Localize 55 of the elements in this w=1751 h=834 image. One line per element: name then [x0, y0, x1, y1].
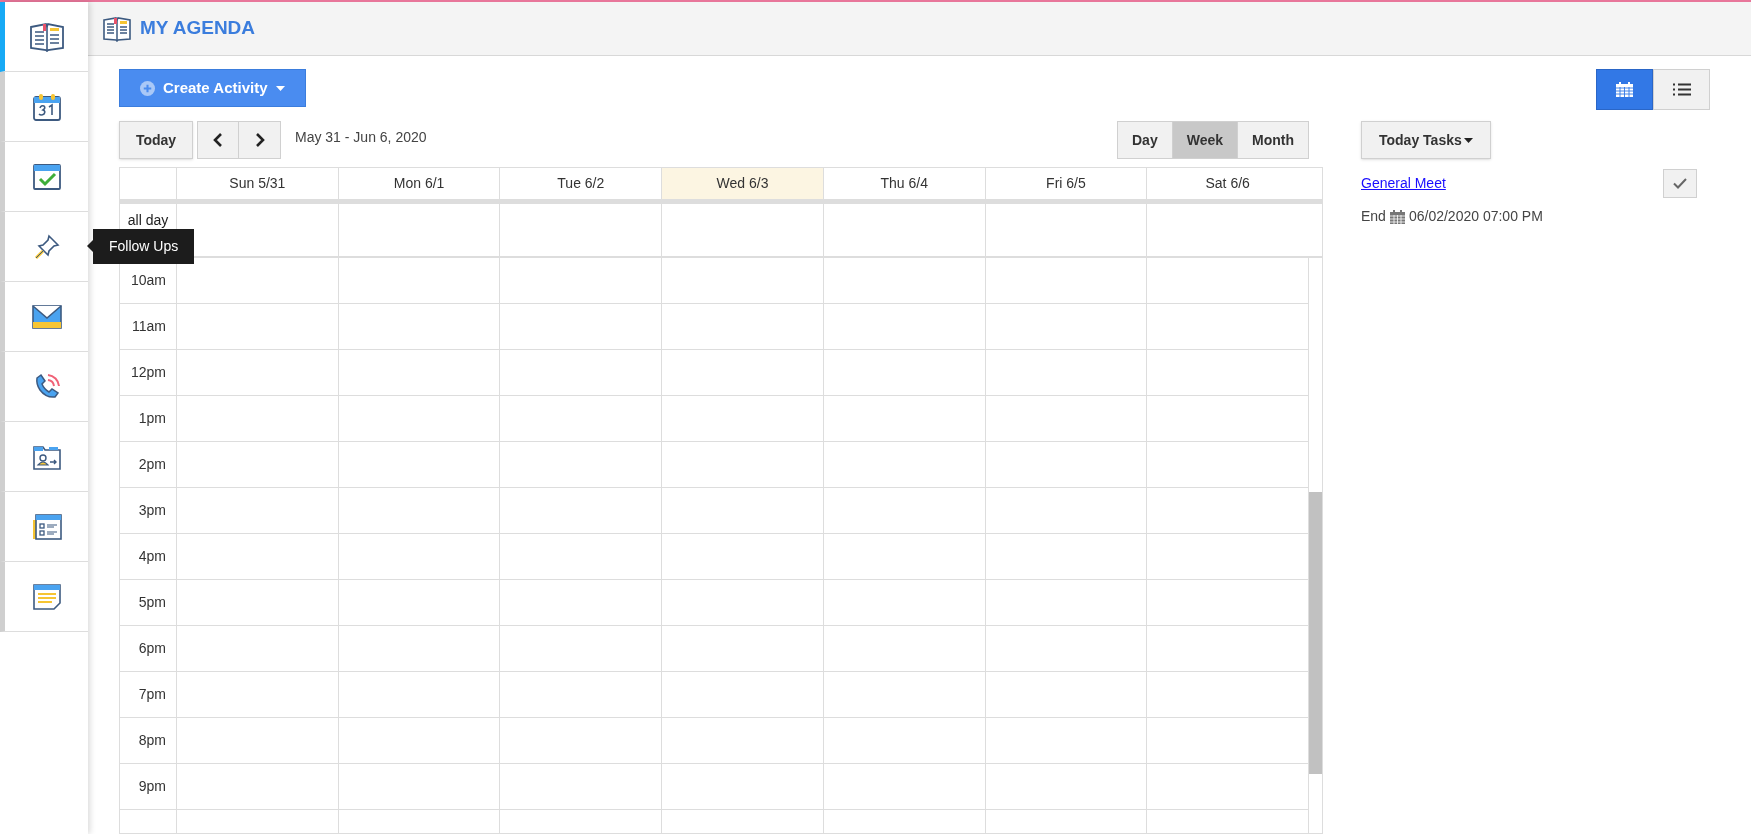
complete-button[interactable]: [1663, 169, 1697, 198]
chevron-left-icon: [213, 133, 223, 147]
previous-button[interactable]: [197, 121, 239, 159]
time-label: 6pm: [138, 639, 166, 658]
page-title: MY AGENDA: [140, 16, 256, 41]
sidebar-item[interactable]: [0, 2, 88, 72]
end-time: 06/02/2020 07:00 PM: [1408, 207, 1543, 226]
today-button[interactable]: Today: [119, 121, 193, 159]
date-range: May 31 - Jun 6, 2020: [295, 128, 427, 147]
time-label: 3pm: [138, 501, 166, 520]
book-icon: [102, 15, 132, 42]
book-icon: [28, 21, 65, 52]
time-label: 9pm: [138, 777, 166, 796]
today-tasks-dropdown[interactable]: Today Tasks: [1361, 121, 1491, 159]
sidebar-item[interactable]: [0, 352, 88, 422]
caret-icon: [1463, 137, 1473, 143]
sidebar-item[interactable]: [0, 282, 88, 352]
next-button[interactable]: [239, 121, 281, 159]
note-icon: [31, 582, 62, 611]
day-header: Wed 6/3: [661, 168, 823, 199]
calendar-icon: [1389, 209, 1405, 224]
time-label: 2pm: [138, 455, 166, 474]
sidebar-item[interactable]: [0, 422, 88, 492]
time-label: 8pm: [138, 731, 166, 750]
time-label: 5pm: [138, 593, 166, 612]
view-mode-tab[interactable]: Day: [1117, 121, 1173, 159]
task-link[interactable]: General Meet: [1361, 173, 1543, 194]
check-icon: [1673, 178, 1687, 189]
pushpin-icon: [32, 232, 61, 261]
scrollbar-thumb[interactable]: [1309, 492, 1322, 774]
time-label: 10am: [130, 271, 166, 290]
time-label: 4pm: [138, 547, 166, 566]
end-label: End: [1361, 207, 1386, 226]
sidebar-item[interactable]: [0, 72, 88, 142]
time-label: 11am: [132, 317, 166, 336]
list-form-icon: [30, 512, 63, 541]
calendar-icon: [1616, 82, 1633, 97]
view-mode-tab[interactable]: Month: [1238, 121, 1309, 159]
time-label: 1pm: [138, 409, 166, 428]
sidebar-item[interactable]: [0, 562, 88, 632]
time-label: 12pm: [130, 363, 166, 382]
tooltip: Follow Ups: [93, 229, 195, 264]
calendar-check-icon: [31, 162, 62, 191]
calendar-icon: [31, 91, 62, 122]
plus-circle-icon: [140, 80, 155, 96]
envelope-icon: [30, 303, 63, 330]
sidebar-item[interactable]: [0, 142, 88, 212]
time-label: 7pm: [138, 685, 166, 704]
chevron-right-icon: [254, 133, 265, 147]
sidebar-item[interactable]: [0, 492, 88, 562]
view-toggle-button[interactable]: [1596, 69, 1653, 110]
caret-icon: [275, 85, 285, 91]
view-mode-tab[interactable]: Week: [1172, 121, 1238, 159]
all-day-label: all day: [127, 211, 169, 230]
list-icon: [1672, 83, 1691, 96]
